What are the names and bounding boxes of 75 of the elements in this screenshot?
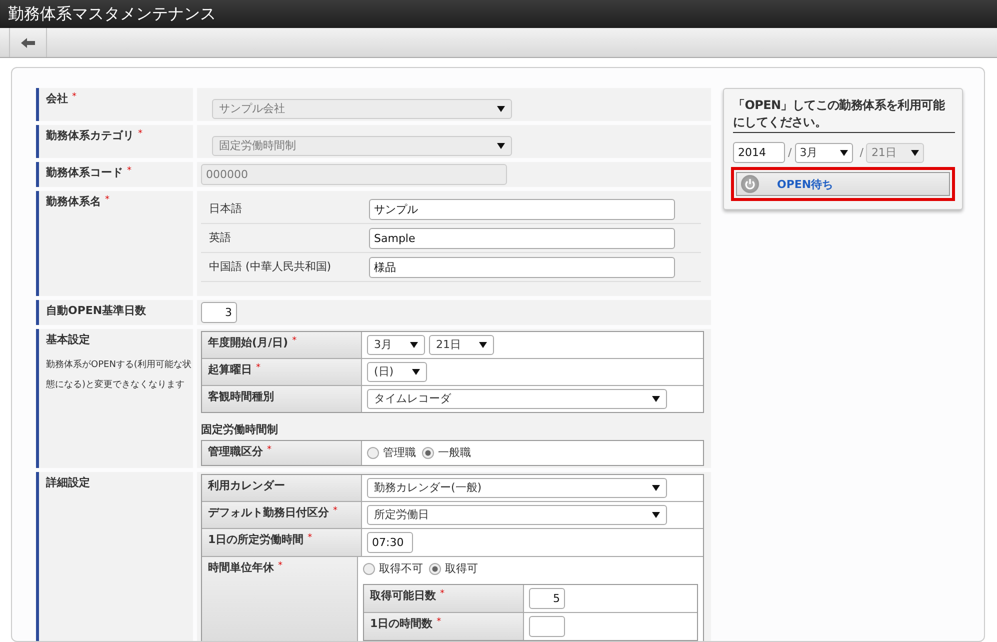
caret-icon [911,150,920,156]
required-mark: * [267,445,272,455]
note-text: 勤務体系がOPENする(利用可能な状態になる)と変更できなくなります [46,358,192,392]
back-button[interactable] [9,28,47,57]
required-mark: * [436,617,442,627]
caret-icon [410,342,418,348]
window-title: 勤務体系マスタメンテナンス [8,4,216,24]
caret-icon [479,342,487,348]
dropdown[interactable]: 3月 [367,335,425,355]
required-mark: * [308,533,312,543]
field-label: 1日の所定労働時間 [208,533,304,547]
language-label: 中国語 (中華人民共和国) [208,260,332,274]
radio-label[interactable]: 取得可 [445,562,478,576]
input-field[interactable]: 5 [529,588,565,609]
required-mark: * [105,195,110,205]
field-label: 取得可能日数 [370,589,436,603]
back-arrow-icon [21,38,35,48]
field-label: 起算曜日 [208,363,252,377]
instruction-text: 「OPEN」してこの勤務体系を利用可能にしてください。 [733,97,955,133]
required-mark: * [333,506,338,516]
radio-label[interactable]: 取得不可 [379,562,423,576]
date-separator: / [860,146,864,160]
dropdown[interactable]: 21日 [429,335,494,355]
field-label: 会社 [46,92,68,106]
radio-label[interactable]: 一般職 [438,446,471,460]
dropdown[interactable]: (日) [367,362,427,382]
input-field[interactable]: Sample [369,228,675,248]
required-mark: * [278,561,282,571]
radio-label[interactable]: 管理職 [383,446,416,460]
field-label: 利用カレンダー [208,479,285,493]
input-field[interactable]: 様品 [369,256,675,278]
field-label: 勤務体系コード [46,166,123,180]
radio-button[interactable] [422,447,434,459]
field-label: 管理職区分 [208,445,263,459]
field-label: 詳細設定 [46,476,90,490]
dropdown[interactable]: 所定労働日 [367,505,667,525]
date-separator: / [788,146,792,160]
field-label: 勤務体系カテゴリ [46,129,134,143]
field-label: デフォルト勤務日付区分 [208,506,329,520]
required-mark: * [256,363,260,373]
group-heading: 固定労働時間制 [201,423,279,437]
required-mark: * [440,589,444,599]
open-button[interactable]: OPEN待ち [736,172,950,196]
field-label: 1日の時間数 [370,617,433,631]
input-field[interactable] [529,616,565,637]
input-field[interactable]: サンプル [369,198,675,220]
input-field[interactable]: 2014 [733,142,785,163]
required-mark: * [138,129,142,139]
dropdown[interactable]: 勤務カレンダー(一般) [367,478,667,498]
required-mark: * [72,92,76,102]
field-label: 年度開始(月/日) [208,336,288,350]
input-field[interactable]: 07:30 [367,532,413,553]
language-label: 日本語 [208,202,243,216]
field-label: 基本設定 [46,333,90,347]
radio-button[interactable] [429,563,441,575]
field-label: 時間単位年休 [208,561,274,575]
dropdown[interactable]: 3月 [794,142,853,162]
input-field[interactable]: 3 [201,302,237,323]
caret-icon [652,396,660,402]
field-label: 客観時間種別 [208,390,274,404]
required-mark: * [127,166,132,176]
caret-icon [652,485,660,491]
radio-button[interactable] [363,563,375,575]
required-mark: * [292,336,297,346]
radio-button[interactable] [367,447,379,459]
power-icon [741,175,759,193]
field-label: 自動OPEN基準日数 [46,304,146,318]
caret-icon [840,150,848,156]
language-label: 英語 [208,231,232,245]
caret-icon [497,106,505,112]
field-label: 勤務体系名 [46,195,101,209]
caret-icon [497,143,505,149]
caret-icon [412,369,420,375]
dropdown[interactable]: タイムレコーダ [367,389,667,409]
caret-icon [652,512,660,518]
